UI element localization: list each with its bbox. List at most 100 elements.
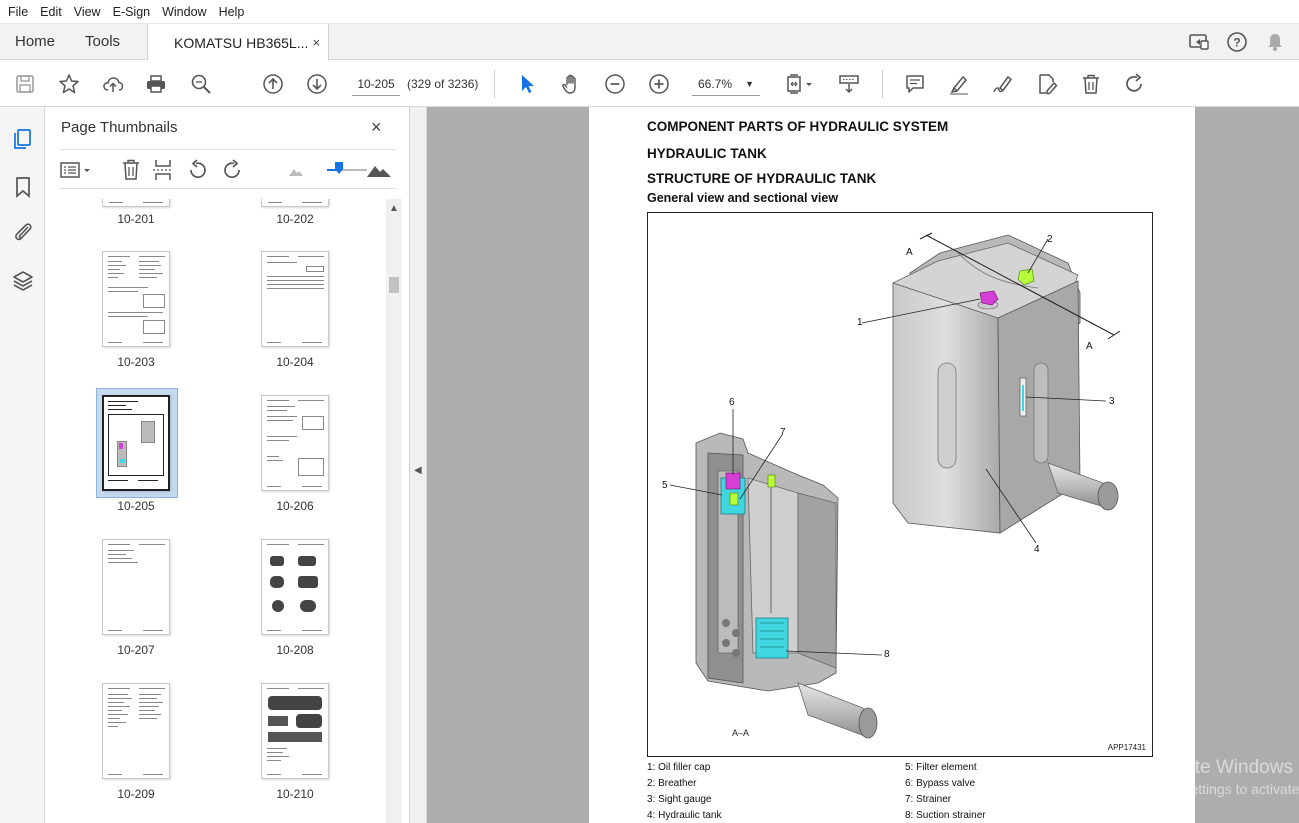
panel-collapse-handle[interactable]: ◀ [410, 107, 427, 823]
toolbar-divider [494, 70, 495, 98]
thumbnail-page[interactable] [261, 395, 329, 491]
page-thumbnails-icon[interactable] [11, 127, 35, 151]
menu-help[interactable]: Help [213, 5, 251, 19]
scrollbar-thumb[interactable] [389, 277, 399, 293]
callout-7: 7 [780, 427, 786, 438]
scroll-mode-icon[interactable] [836, 71, 862, 97]
thumbnail-page[interactable] [102, 683, 170, 779]
callout-8: 8 [884, 649, 890, 660]
previous-page-icon[interactable] [260, 71, 286, 97]
thumbnail-page-selected[interactable] [102, 395, 170, 491]
thumbnail-page[interactable] [261, 199, 329, 207]
notification-bell-icon[interactable] [1263, 30, 1287, 54]
print-icon[interactable] [143, 71, 169, 97]
thumbnail-label: 10-202 [276, 212, 314, 226]
share-screen-icon[interactable] [1187, 30, 1211, 54]
page-heading-structure: STRUCTURE OF HYDRAULIC TANK [647, 171, 877, 186]
legend-item: 5: Filter element [905, 762, 977, 773]
comment-icon[interactable] [902, 71, 928, 97]
callout-6: 6 [729, 397, 735, 408]
thumbnail-list: 10-201 10-202 10-203 10-204 10-205 10-20… [59, 199, 387, 823]
thumbnail-scrollbar[interactable]: ▲ [386, 199, 402, 823]
sign-pen-icon[interactable] [990, 71, 1016, 97]
thumbnail-toolbar [59, 149, 395, 189]
tab-document-label: KOMATSU HB365L... [174, 34, 309, 51]
page-subheading-views: General view and sectional view [647, 191, 839, 205]
thumbnail-label: 10-203 [117, 355, 155, 369]
edit-document-icon[interactable] [1034, 71, 1060, 97]
highlight-pen-icon[interactable] [946, 71, 972, 97]
zoom-level-select[interactable]: 66.7% ▼ [692, 72, 760, 96]
thumbnail-size-slider-handle[interactable] [335, 162, 343, 174]
rotate-counterclockwise-icon[interactable] [186, 158, 210, 182]
figure-code: APP17431 [1107, 743, 1146, 752]
small-thumbnail-mountain-icon[interactable] [287, 162, 305, 180]
menu-bar: File Edit View E-Sign Window Help [0, 0, 1299, 24]
thumbnail-options-menu-icon[interactable] [59, 158, 95, 182]
menu-file[interactable]: File [2, 5, 34, 19]
zoom-search-icon[interactable] [188, 71, 214, 97]
next-page-icon[interactable] [304, 71, 330, 97]
left-navigation-rail [0, 107, 45, 823]
page-thumbnails-panel: Page Thumbnails × 10-201 10-202 10-203 1… [45, 107, 410, 823]
zoom-out-icon[interactable] [602, 71, 628, 97]
menu-view[interactable]: View [68, 5, 107, 19]
extract-page-icon[interactable] [151, 158, 175, 182]
layers-icon[interactable] [11, 269, 35, 293]
rotate-clockwise-page-icon[interactable] [220, 158, 244, 182]
callout-4: 4 [1034, 544, 1040, 555]
cloud-upload-icon[interactable] [100, 71, 126, 97]
delete-trash-icon[interactable] [1078, 71, 1104, 97]
legend-item: 6: Bypass valve [905, 778, 976, 789]
main-toolbar: 10-205 (329 of 3236) 66.7% ▼ [0, 60, 1299, 107]
thumbnail-page[interactable] [102, 251, 170, 347]
delete-page-icon[interactable] [119, 158, 143, 182]
activate-windows-watermark-title: Activate Windows [1143, 757, 1293, 778]
thumbnail-page[interactable] [261, 539, 329, 635]
legend-item: 8: Suction strainer [905, 810, 986, 821]
zoom-level-value: 66.7% [698, 77, 733, 91]
menu-window[interactable]: Window [156, 5, 212, 19]
legend-item: 4: Hydraulic tank [647, 810, 722, 821]
hydraulic-tank-figure: 1 2 3 4 5 6 7 8 A A A–A APP17431 [647, 212, 1153, 757]
large-thumbnail-mountain-icon[interactable] [365, 158, 393, 182]
activate-windows-watermark-subtitle: Go to Settings to activate Windows. [1143, 781, 1299, 797]
help-icon[interactable]: ? [1225, 30, 1249, 54]
close-tab-icon[interactable]: × [312, 35, 320, 50]
section-cut-label-a-top: A [906, 247, 913, 258]
scroll-up-arrow-icon[interactable]: ▲ [389, 203, 399, 214]
tab-tools[interactable]: Tools [70, 24, 135, 59]
zoom-in-icon[interactable] [646, 71, 672, 97]
menu-edit[interactable]: Edit [34, 5, 68, 19]
bookmark-star-icon[interactable] [56, 71, 82, 97]
close-panel-icon[interactable]: × [371, 117, 382, 138]
panel-title: Page Thumbnails [61, 119, 178, 136]
legend-item: 3: Sight gauge [647, 794, 712, 805]
thumbnail-label: 10-208 [276, 643, 314, 657]
attachments-paperclip-icon[interactable] [11, 220, 35, 244]
thumbnail-label: 10-201 [117, 212, 155, 226]
menu-esign[interactable]: E-Sign [107, 5, 157, 19]
select-cursor-icon[interactable] [514, 71, 540, 97]
thumbnail-label: 10-207 [117, 643, 155, 657]
rotate-clockwise-icon[interactable] [1122, 71, 1148, 97]
document-viewport[interactable]: COMPONENT PARTS OF HYDRAULIC SYSTEM HYDR… [427, 107, 1299, 823]
thumbnail-page[interactable] [102, 539, 170, 635]
thumbnail-page[interactable] [102, 199, 170, 207]
tank-general-view [892, 234, 1119, 534]
page-fit-icon[interactable] [782, 71, 816, 97]
thumbnail-label: 10-206 [276, 499, 314, 513]
tab-document[interactable]: KOMATSU HB365L... × [147, 24, 330, 61]
thumbnail-label: 10-204 [276, 355, 314, 369]
hand-tool-icon[interactable] [558, 71, 584, 97]
tab-home[interactable]: Home [0, 24, 70, 59]
thumbnail-page[interactable] [261, 683, 329, 779]
thumbnail-page[interactable] [261, 251, 329, 347]
save-icon[interactable] [12, 71, 38, 97]
legend-item: 7: Strainer [905, 794, 952, 805]
page-number-input[interactable]: 10-205 [352, 72, 400, 96]
bookmarks-icon[interactable] [11, 175, 35, 199]
section-cut-label-a-bottom: A [1086, 341, 1093, 352]
tab-bar: Home Tools KOMATSU HB365L... × ? [0, 24, 1299, 61]
pdf-page: COMPONENT PARTS OF HYDRAULIC SYSTEM HYDR… [589, 107, 1195, 823]
